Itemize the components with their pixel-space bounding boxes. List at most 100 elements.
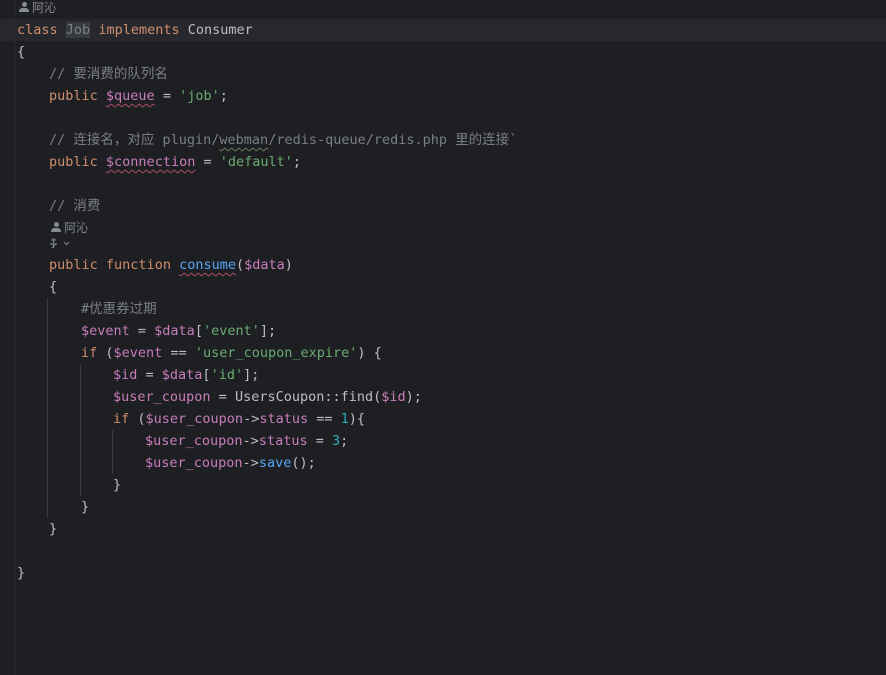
paren: ( [129,411,146,427]
keyword: public [49,257,98,273]
operator: = [210,389,235,405]
ai-assistant-icon[interactable] [49,236,71,256]
variable: $data [161,367,203,383]
code-line-body-comment[interactable]: #优惠券过期 [0,298,886,320]
variable: $id [381,389,406,405]
variable: $user_coupon [145,433,243,449]
number: 1 [340,411,349,427]
operator: = [129,323,155,339]
brace: } [49,521,58,537]
variable: $queue [105,88,155,104]
semicolon: ; [292,154,302,170]
property: status [259,411,309,427]
author-name: 阿沁 [32,1,57,15]
operator: == [308,411,341,427]
brace: { [17,44,26,60]
keyword: public [49,154,98,170]
variable: $user_coupon [145,455,243,471]
code-line-method-open[interactable]: { [0,276,886,298]
author-name: 阿沁 [64,221,89,235]
paren: ){ [348,411,366,427]
string: 'default' [219,154,293,170]
ai-sparkle-icon [50,238,70,249]
property: status [258,433,308,449]
bracket: ]; [259,323,277,339]
method-name: save [258,455,292,471]
variable: $user_coupon [113,389,211,405]
code-line-conn-prop[interactable]: public $connection = 'default'; [0,151,886,173]
code-line-if-event[interactable]: if ($event == 'user_coupon_expire') { [0,342,886,364]
variable: $connection [105,154,196,170]
brace: } [17,565,26,581]
paren: ); [405,389,422,405]
comment: #优惠券过期 [81,301,157,317]
interface-name: Consumer [187,22,253,38]
string: 'event' [202,323,260,339]
code-line-save-call[interactable]: $user_coupon->save(); [0,452,886,474]
keyword: class [17,22,58,38]
code-line-queue-prop[interactable]: public $queue = 'job'; [0,85,886,107]
code-line-close-if1[interactable]: } [0,496,886,518]
code-line-close-method[interactable]: } [0,518,886,540]
bracket: [ [194,323,203,339]
code-editor[interactable]: 阿沁 class Job implements Consumer { // 要消… [0,0,886,675]
variable: $event [113,345,163,361]
person-icon [51,222,61,233]
variable: $event [81,323,130,339]
code-line-status-assign[interactable]: $user_coupon->status = 3; [0,430,886,452]
semicolon: ; [340,433,349,449]
code-line-conn-comment[interactable]: // 连接名，对应 plugin/webman/redis-queue/redi… [0,129,886,151]
parameter: $data [244,257,285,273]
paren: ) [284,257,293,273]
string: 'id' [210,367,244,383]
operator: = [307,433,332,449]
number: 3 [331,433,341,449]
brace: } [113,477,122,493]
string: 'user_coupon_expire' [194,345,358,361]
variable: $user_coupon [145,411,244,427]
comment: // 要消费的队列名 [49,66,168,82]
code-line-event-assign[interactable]: $event = $data['event']; [0,320,886,342]
comment-part: /redis-queue/redis.php 里的连接` [268,132,518,148]
variable: $data [154,323,195,339]
paren: ( [236,257,245,273]
code-line-close-if2[interactable]: } [0,474,886,496]
operator: -> [242,455,259,471]
brace: { [49,279,58,295]
code-line-coupon-assign[interactable]: $user_coupon = UsersCoupon::find($id); [0,386,886,408]
operator: = [195,154,220,170]
code-line-queue-comment[interactable]: // 要消费的队列名 [0,63,886,85]
comment: // 消费 [49,198,101,214]
code-line-close-class[interactable]: } [0,562,886,584]
paren: (); [291,455,316,471]
variable: $id [113,367,138,383]
keyword: implements [98,22,180,38]
string: 'job' [179,88,220,104]
paren: ( [97,345,114,361]
code-line-consume-sig[interactable]: public function consume($data) [0,254,886,276]
function-name: consume [179,257,236,273]
bracket: [ [202,367,211,383]
code-line-id-assign[interactable]: $id = $data['id']; [0,364,886,386]
code-line-open-brace[interactable]: { [0,41,886,63]
bracket: ]; [243,367,260,383]
operator: == [162,345,195,361]
operator: -> [242,433,259,449]
keyword: if [113,411,130,427]
keyword: public [49,88,98,104]
operator: -> [243,411,260,427]
operator: = [154,88,180,104]
author-hint[interactable]: 阿沁 [51,218,88,238]
code-line-if-status[interactable]: if ($user_coupon->status == 1){ [0,408,886,430]
author-hint[interactable]: 阿沁 [19,0,56,18]
person-icon [19,2,29,13]
keyword: function [105,257,171,273]
code-line-consume-comment[interactable]: // 消费 [0,195,886,217]
method-name: find [340,389,374,405]
class-ref: UsersCoupon:: [234,389,341,405]
comment-part: // 连接名，对应 plugin/ [49,132,220,148]
brace: } [81,499,90,515]
operator: = [137,367,162,383]
code-line-class-decl[interactable]: class Job implements Consumer [0,19,886,41]
semicolon: ; [219,88,228,104]
